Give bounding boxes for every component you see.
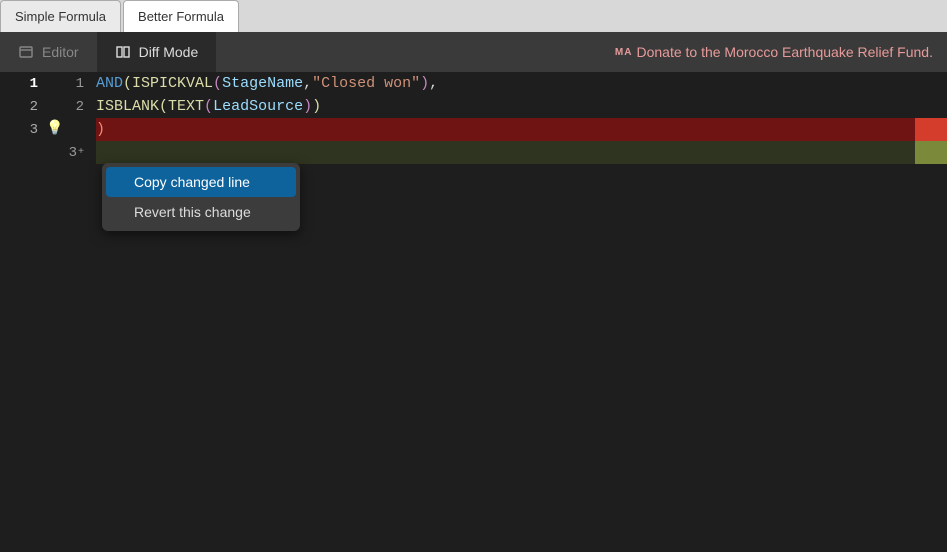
editor-area: 1 2 3 1 2 3+ AND(ISPICKVAL(StageName,"Cl…: [0, 72, 947, 552]
editor-icon: [18, 44, 34, 60]
tab-better-formula[interactable]: Better Formula: [123, 0, 239, 32]
minimap[interactable]: [915, 72, 947, 164]
toolbar: Editor Diff Mode MA Donate to the Morocc…: [0, 32, 947, 72]
gutter-right-2: 2: [54, 95, 96, 118]
gutter-right-4: 3+: [54, 141, 96, 164]
diff-icon: [115, 44, 131, 60]
menu-item-revert-change[interactable]: Revert this change: [106, 197, 296, 227]
editor-label: Editor: [42, 44, 79, 60]
donate-message: Donate to the Morocco Earthquake Relief …: [636, 44, 933, 60]
code-line-1: AND(ISPICKVAL(StageName,"Closed won"),: [96, 72, 947, 95]
menu-item-copy-changed[interactable]: Copy changed line: [106, 167, 296, 197]
tab-simple-formula[interactable]: Simple Formula: [0, 0, 121, 32]
code-area[interactable]: AND(ISPICKVAL(StageName,"Closed won"), I…: [96, 72, 947, 552]
donate-link[interactable]: MA Donate to the Morocco Earthquake Reli…: [601, 32, 947, 72]
diff-label: Diff Mode: [139, 44, 199, 60]
lightbulb-icon[interactable]: 💡: [46, 120, 63, 137]
code-line-4-added: [96, 141, 947, 164]
mode-tab-editor[interactable]: Editor: [0, 32, 97, 72]
minimap-added-marker: [915, 141, 947, 164]
gutter-left-1: 1: [0, 72, 54, 95]
code-line-2: ISBLANK(TEXT(LeadSource)): [96, 95, 947, 118]
minimap-deleted-marker: [915, 118, 947, 141]
gutter-left-2: 2: [0, 95, 54, 118]
gutter-right: 1 2 3+: [54, 72, 96, 552]
mode-tab-diff[interactable]: Diff Mode: [97, 32, 217, 72]
gutter-left-4: [0, 141, 54, 164]
top-tab-bar: Simple Formula Better Formula: [0, 0, 947, 32]
donate-prefix: MA: [615, 47, 633, 58]
code-line-3-deleted: 💡 ): [96, 118, 947, 141]
gutter-left: 1 2 3: [0, 72, 54, 552]
context-menu: Copy changed line Revert this change: [102, 163, 300, 231]
gutter-right-1: 1: [54, 72, 96, 95]
